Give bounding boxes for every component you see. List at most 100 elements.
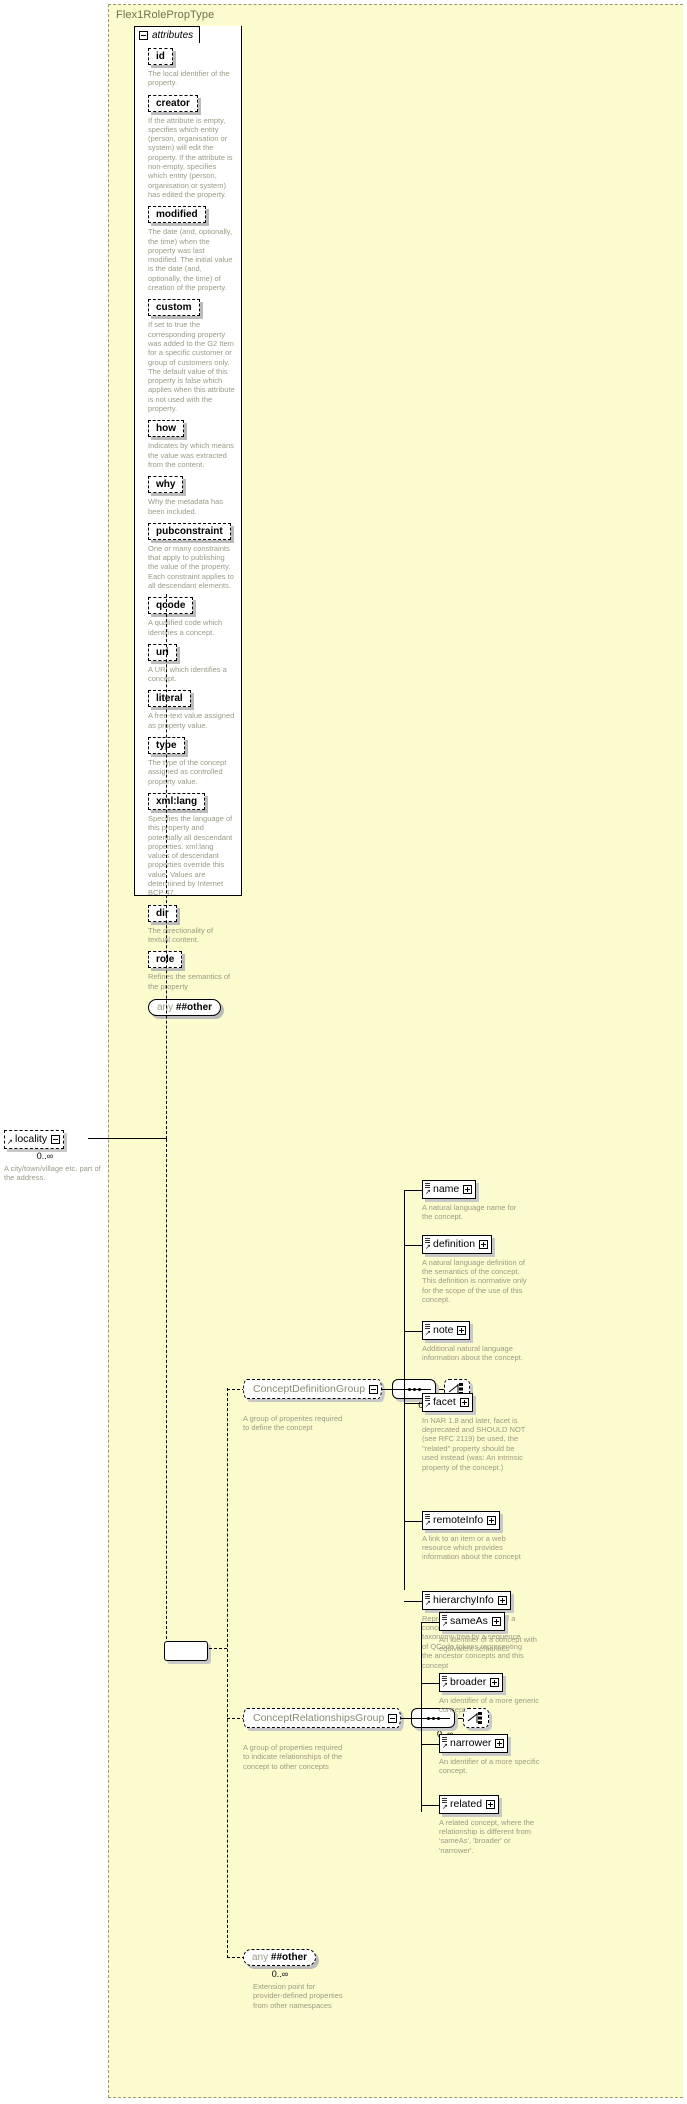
- attribute-how[interactable]: how: [148, 420, 184, 438]
- element-content-icon: [425, 1395, 430, 1401]
- locality-connector: [88, 1138, 166, 1139]
- attribute-row: role Refines the semantics of the propert…: [134, 949, 242, 991]
- element-remoteinfo-expand-icon[interactable]: [487, 1515, 497, 1525]
- element-related-description: A related concept, where the relationshi…: [439, 1817, 535, 1855]
- element-narrower-expand-icon[interactable]: [495, 1738, 505, 1748]
- locality-collapse-icon[interactable]: [51, 1134, 61, 1144]
- element-narrower-description: An identifier of a more specific concept…: [439, 1756, 540, 1775]
- group2-collapse-icon[interactable]: [388, 1713, 398, 1723]
- g2-e1-line: [421, 1622, 439, 1623]
- concept-relationships-group-chip[interactable]: ConceptRelationshipsGroup: [243, 1708, 402, 1728]
- attribute-description: A qualified code which identifies a conc…: [148, 618, 223, 637]
- concept-definition-group-label: ConceptDefinitionGroup: [253, 1383, 366, 1395]
- attribute-row: creator If the attribute is empty, specif…: [134, 93, 242, 200]
- element-content-icon: [425, 1593, 430, 1599]
- locality-label: locality: [15, 1133, 48, 1145]
- attribute-pubconstraint[interactable]: pubconstraint: [148, 522, 231, 540]
- attribute-description: The local identifier of the property.: [148, 69, 230, 88]
- group2-description: A group of properties required to indica…: [243, 1743, 343, 1771]
- element-attr-icon: ↗: [442, 1681, 448, 1689]
- attribute-arrow-icon: ↗: [7, 1138, 13, 1146]
- element-content-icon: [425, 1237, 430, 1243]
- any-other-chip[interactable]: any ##other: [243, 1949, 317, 1966]
- attribute-row: literal A free-text value assigned as pro…: [134, 688, 242, 730]
- element-broader[interactable]: ↗ broader: [439, 1672, 504, 1692]
- element-definition[interactable]: ↗ definition: [422, 1234, 493, 1254]
- attribute-creator[interactable]: creator: [148, 94, 198, 112]
- element-definition-expand-icon[interactable]: [479, 1239, 489, 1249]
- element-name-group: ↗ name A natural language name for the c…: [404, 1179, 527, 1221]
- main-sequence-node[interactable]: [164, 1638, 208, 1661]
- element-content-icon: [425, 1323, 430, 1329]
- g1-out: [388, 1389, 404, 1390]
- element-name-expand-icon[interactable]: [463, 1184, 473, 1194]
- g1-e2-line: [404, 1245, 422, 1246]
- attribute-modified[interactable]: modified: [148, 206, 206, 224]
- attribute-custom[interactable]: custom: [148, 299, 200, 317]
- group1-collapse-icon[interactable]: [369, 1384, 379, 1394]
- attribute-row: xml:lang Specifies the language of this p…: [134, 791, 242, 898]
- attribute-description: A URI which identifies a concept.: [148, 664, 227, 684]
- sequence-icon: [164, 1641, 208, 1661]
- element-definition-description: A natural language definition of the sem…: [422, 1257, 527, 1305]
- element-hierarchyinfo-label: hierarchyInfo: [433, 1594, 494, 1606]
- element-name[interactable]: ↗ name: [422, 1179, 477, 1199]
- branch-vertical: [227, 1388, 228, 1958]
- g1-e1-line: [404, 1190, 422, 1191]
- element-narrower[interactable]: ↗ narrower: [439, 1733, 509, 1753]
- attribute-why[interactable]: why: [148, 476, 184, 494]
- element-related[interactable]: ↗ related: [439, 1794, 500, 1814]
- attributes-any-chip[interactable]: any ##other: [148, 998, 222, 1016]
- element-remoteinfo[interactable]: ↗ remoteInfo: [422, 1510, 501, 1530]
- element-related-label: related: [450, 1798, 483, 1810]
- element-name-description: A natural language name for the concept.: [422, 1202, 517, 1221]
- element-note-description: Additional natural language information …: [422, 1343, 523, 1362]
- group1-description: A group of properites required to define…: [243, 1414, 343, 1433]
- element-related-expand-icon[interactable]: [486, 1799, 496, 1809]
- element-sameas-expand-icon[interactable]: [491, 1616, 501, 1626]
- attribute-row: pubconstraint One or many constraints tha…: [134, 521, 242, 590]
- element-sameas-label: sameAs: [450, 1615, 488, 1627]
- attribute-qcode[interactable]: qcode: [148, 597, 194, 615]
- element-remoteinfo-group: ↗ remoteInfo A link to an item or a web …: [404, 1510, 527, 1562]
- attribute-description: If the attribute is empty, specifies whi…: [148, 115, 233, 199]
- element-content-icon: [442, 1736, 447, 1742]
- element-sameas[interactable]: ↗ sameAs: [439, 1611, 505, 1631]
- element-facet-description: In NAR 1.8 and later, facet is deprecate…: [422, 1415, 526, 1472]
- element-facet-expand-icon[interactable]: [459, 1397, 469, 1407]
- element-content-icon: [425, 1182, 430, 1188]
- attribute-uri[interactable]: uri: [148, 643, 177, 661]
- element-content-icon: [425, 1513, 430, 1519]
- attribute-row: id The local identifier of the property.: [134, 46, 242, 88]
- concept-definition-group-chip[interactable]: ConceptDefinitionGroup: [243, 1379, 383, 1399]
- element-remoteinfo-description: A link to an item or a web resource whic…: [422, 1533, 521, 1562]
- element-hierarchyinfo[interactable]: ↗ hierarchyInfo: [422, 1590, 511, 1610]
- element-note[interactable]: ↗ note: [422, 1320, 471, 1340]
- element-note-expand-icon[interactable]: [457, 1325, 467, 1335]
- attributes-any-row: any ##other: [148, 997, 242, 1016]
- element-definition-group: ↗ definition A natural language definiti…: [404, 1234, 527, 1305]
- attribute-row: how Indicates by which means the value wa…: [134, 418, 242, 469]
- attribute-id[interactable]: id: [148, 48, 173, 65]
- any-keyword: any: [252, 1952, 269, 1963]
- attributes-tab[interactable]: attributes: [134, 26, 201, 43]
- g1-e4-line: [404, 1403, 422, 1404]
- element-hierarchyinfo-expand-icon[interactable]: [497, 1595, 507, 1605]
- element-attr-icon: ↗: [425, 1329, 431, 1337]
- any-description: Extension point for provider-defined pro…: [253, 1982, 343, 2010]
- attribute-xml-lang[interactable]: xml:lang: [148, 792, 206, 810]
- attributes-tab-label: attributes: [152, 29, 194, 41]
- locality-element[interactable]: ↗ locality: [4, 1129, 65, 1149]
- attribute-literal[interactable]: literal: [148, 690, 191, 708]
- attributes-list: id The local identifier of the property. c…: [134, 46, 242, 1016]
- element-content-icon: [442, 1614, 447, 1620]
- element-sameas-group: ↗ sameAs An identifier of a concept with…: [421, 1611, 544, 1653]
- collapse-icon[interactable]: [139, 30, 148, 40]
- element-broader-expand-icon[interactable]: [490, 1677, 500, 1687]
- element-facet[interactable]: ↗ facet: [422, 1392, 473, 1412]
- element-broader-description: An identifier of a more generic concept.: [439, 1695, 540, 1714]
- attribute-row: why Why the metadata has been included.: [134, 474, 242, 516]
- seq-out-line: [209, 1648, 227, 1649]
- attribute-dir[interactable]: dir: [148, 904, 177, 922]
- g2-e2-line: [421, 1683, 439, 1684]
